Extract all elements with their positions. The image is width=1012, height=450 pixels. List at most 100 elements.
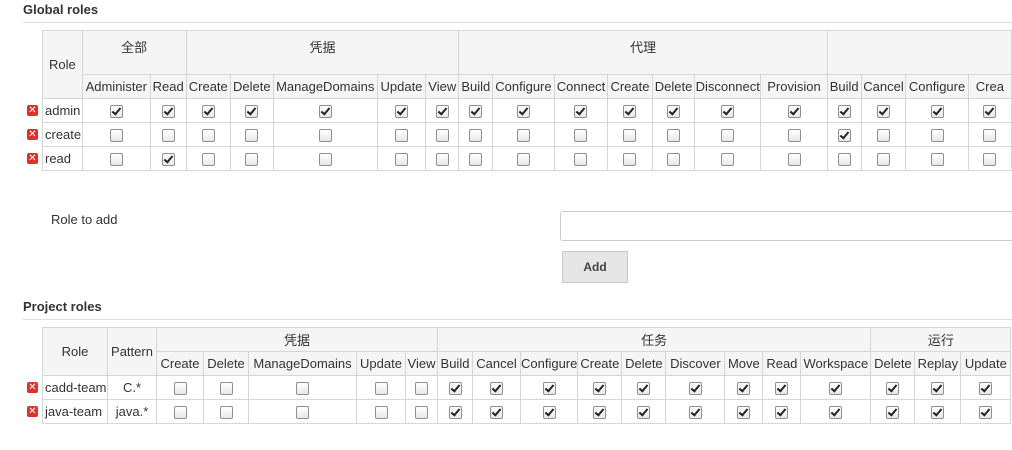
permission-checkbox[interactable] bbox=[667, 129, 681, 143]
delete-icon[interactable]: ✕ bbox=[27, 382, 38, 393]
permission-checkbox[interactable] bbox=[787, 129, 801, 143]
permission-checkbox[interactable] bbox=[574, 105, 588, 119]
permission-checkbox[interactable] bbox=[721, 129, 735, 143]
permission-checkbox[interactable] bbox=[161, 105, 175, 119]
permission-column-header: Administer bbox=[81, 74, 151, 99]
add-role-button[interactable]: Add bbox=[562, 251, 628, 283]
permission-checkbox[interactable] bbox=[876, 129, 890, 143]
permission-checkbox[interactable] bbox=[983, 129, 997, 143]
permission-checkbox[interactable] bbox=[318, 129, 332, 143]
permission-checkbox[interactable] bbox=[374, 382, 388, 396]
permission-checkbox[interactable] bbox=[979, 382, 993, 396]
permission-checkbox[interactable] bbox=[490, 406, 503, 420]
permission-checkbox[interactable] bbox=[787, 105, 801, 119]
permission-checkbox[interactable] bbox=[435, 129, 449, 143]
permission-cell bbox=[914, 375, 962, 400]
permission-checkbox[interactable] bbox=[837, 153, 851, 167]
permission-checkbox[interactable] bbox=[296, 382, 309, 396]
permission-checkbox[interactable] bbox=[161, 129, 175, 143]
permission-checkbox[interactable] bbox=[623, 129, 637, 143]
permission-checkbox[interactable] bbox=[516, 129, 530, 143]
permission-checkbox[interactable] bbox=[415, 406, 428, 420]
permission-checkbox[interactable] bbox=[886, 382, 900, 396]
permission-checkbox[interactable] bbox=[201, 153, 215, 167]
permission-checkbox[interactable] bbox=[542, 406, 556, 420]
permission-checkbox[interactable] bbox=[394, 153, 408, 167]
permission-checkbox[interactable] bbox=[201, 105, 215, 119]
permission-checkbox[interactable] bbox=[637, 382, 651, 396]
permission-checkbox[interactable] bbox=[983, 105, 997, 119]
permission-checkbox[interactable] bbox=[737, 406, 751, 420]
permission-checkbox[interactable] bbox=[435, 105, 449, 119]
permission-checkbox[interactable] bbox=[837, 129, 851, 143]
permission-checkbox[interactable] bbox=[201, 129, 215, 143]
permission-checkbox[interactable] bbox=[394, 129, 408, 143]
permission-checkbox[interactable] bbox=[876, 105, 890, 119]
permission-checkbox[interactable] bbox=[173, 406, 187, 420]
permission-checkbox[interactable] bbox=[219, 382, 233, 396]
permission-checkbox[interactable] bbox=[593, 382, 607, 396]
permission-checkbox[interactable] bbox=[688, 406, 702, 420]
permission-checkbox[interactable] bbox=[931, 406, 945, 420]
permission-checkbox[interactable] bbox=[837, 105, 851, 119]
permission-checkbox[interactable] bbox=[318, 153, 332, 167]
permission-checkbox[interactable] bbox=[876, 153, 890, 167]
permission-checkbox[interactable] bbox=[886, 406, 900, 420]
permission-checkbox[interactable] bbox=[296, 406, 309, 420]
permission-checkbox[interactable] bbox=[219, 406, 233, 420]
delete-icon[interactable]: ✕ bbox=[27, 406, 38, 417]
permission-checkbox[interactable] bbox=[516, 153, 530, 167]
permission-checkbox[interactable] bbox=[930, 153, 944, 167]
permission-checkbox[interactable] bbox=[469, 153, 483, 167]
permission-checkbox[interactable] bbox=[173, 382, 187, 396]
permission-cell bbox=[425, 98, 460, 123]
permission-checkbox[interactable] bbox=[829, 382, 843, 396]
permission-checkbox[interactable] bbox=[448, 406, 462, 420]
permission-checkbox[interactable] bbox=[435, 153, 449, 167]
permission-checkbox[interactable] bbox=[516, 105, 530, 119]
permission-checkbox[interactable] bbox=[623, 105, 637, 119]
permission-checkbox[interactable] bbox=[109, 105, 123, 119]
permission-checkbox[interactable] bbox=[775, 382, 789, 396]
permission-checkbox[interactable] bbox=[931, 382, 945, 396]
permission-checkbox[interactable] bbox=[667, 105, 681, 119]
permission-checkbox[interactable] bbox=[721, 105, 735, 119]
permission-checkbox[interactable] bbox=[542, 382, 556, 396]
permission-checkbox[interactable] bbox=[374, 406, 388, 420]
permission-checkbox[interactable] bbox=[930, 105, 944, 119]
permission-checkbox[interactable] bbox=[490, 382, 503, 396]
permission-checkbox[interactable] bbox=[448, 382, 462, 396]
permission-checkbox[interactable] bbox=[829, 406, 843, 420]
permission-checkbox[interactable] bbox=[574, 129, 588, 143]
delete-icon[interactable]: ✕ bbox=[27, 105, 38, 116]
permission-checkbox[interactable] bbox=[245, 153, 259, 167]
permission-checkbox[interactable] bbox=[930, 129, 944, 143]
permission-checkbox[interactable] bbox=[983, 153, 997, 167]
permission-checkbox[interactable] bbox=[245, 105, 259, 119]
permission-checkbox[interactable] bbox=[469, 129, 483, 143]
permission-checkbox[interactable] bbox=[667, 153, 681, 167]
permission-checkbox[interactable] bbox=[574, 153, 588, 167]
role-to-add-input[interactable] bbox=[560, 211, 1012, 241]
permission-checkbox[interactable] bbox=[721, 153, 735, 167]
permission-checkbox[interactable] bbox=[737, 382, 751, 396]
permission-checkbox[interactable] bbox=[394, 105, 408, 119]
permission-checkbox[interactable] bbox=[637, 406, 651, 420]
permission-checkbox[interactable] bbox=[161, 153, 175, 167]
permission-checkbox[interactable] bbox=[415, 382, 428, 396]
permission-checkbox[interactable] bbox=[787, 153, 801, 167]
permission-cell bbox=[149, 122, 187, 147]
permission-cell bbox=[665, 375, 726, 400]
permission-checkbox[interactable] bbox=[469, 105, 483, 119]
delete-icon[interactable]: ✕ bbox=[27, 129, 38, 140]
permission-checkbox[interactable] bbox=[593, 406, 607, 420]
delete-icon[interactable]: ✕ bbox=[27, 153, 38, 164]
permission-checkbox[interactable] bbox=[688, 382, 702, 396]
permission-checkbox[interactable] bbox=[775, 406, 789, 420]
permission-checkbox[interactable] bbox=[623, 153, 637, 167]
permission-checkbox[interactable] bbox=[979, 406, 993, 420]
permission-checkbox[interactable] bbox=[109, 129, 123, 143]
permission-checkbox[interactable] bbox=[245, 129, 259, 143]
permission-checkbox[interactable] bbox=[109, 153, 123, 167]
permission-checkbox[interactable] bbox=[318, 105, 332, 119]
